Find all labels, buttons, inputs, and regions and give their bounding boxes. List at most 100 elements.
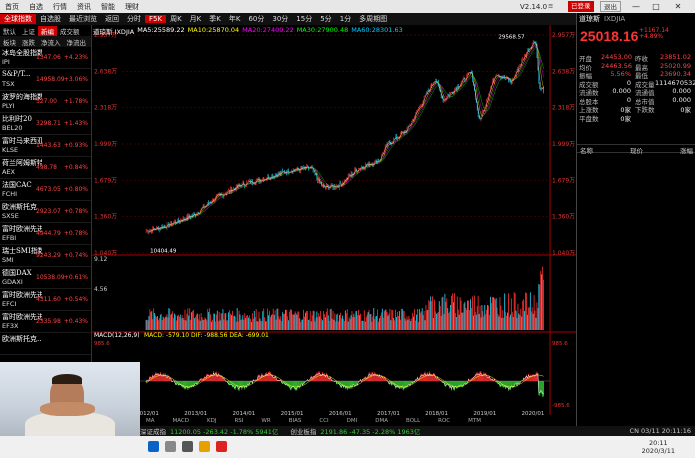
index-row[interactable]: 德国DAX GDAXI 10538.09 +0.61% — [0, 267, 91, 289]
list-col-2[interactable]: 涨幅 — [680, 145, 693, 155]
indicator-tab-5[interactable]: BIAS — [289, 418, 302, 426]
close-icon[interactable]: ✕ — [672, 0, 684, 13]
toolbar-item-5[interactable]: F5K — [145, 15, 167, 23]
right-price-tick-label: 2.318万 — [552, 105, 575, 112]
index-code: EF3X — [2, 322, 19, 330]
toolbar-item-14[interactable]: 1分 — [336, 14, 355, 24]
nav-item-1[interactable]: 自选 — [24, 2, 48, 12]
webcam-overlay — [0, 362, 140, 436]
menu-icon[interactable]: ≡ — [545, 1, 556, 12]
index-price: 2335.98 — [36, 318, 61, 325]
price-tick-label: 1.679万 — [94, 177, 117, 184]
nav-item-0[interactable]: 首页 — [0, 2, 24, 12]
nav-item-2[interactable]: 行情 — [48, 2, 72, 12]
nav-item-3[interactable]: 资讯 — [72, 2, 96, 12]
nav-item-4[interactable]: 智能 — [96, 2, 120, 12]
quote-key2: 流通值 — [635, 89, 655, 97]
index-price: 14958.09 — [36, 76, 65, 83]
indicator-tab-0[interactable]: MA — [146, 418, 155, 426]
index-row[interactable]: 比利时20 BEL20 3298.71 +1.43% — [0, 113, 91, 135]
quote-key: 总股本 — [579, 97, 599, 106]
list-tab-2[interactable]: 新编 — [38, 25, 57, 36]
index-price: 9243.29 — [36, 252, 61, 259]
indicator-tab-7[interactable]: DMI — [347, 418, 358, 426]
index-row[interactable]: 欧洲斯托克 SX5E 2923.07 +0.78% — [0, 201, 91, 223]
index-row[interactable]: 富时马来西亚 KLSE 1443.63 +0.93% — [0, 135, 91, 157]
quote-key: 成交额 — [579, 80, 599, 89]
list-subtab-3[interactable]: 净流出 — [64, 37, 90, 47]
market-datetime: CN 03/11 20:11:16 — [629, 427, 691, 435]
explorer-icon[interactable] — [199, 441, 210, 452]
quote-value2: 0.000 — [672, 87, 691, 95]
indicator-tab-11[interactable]: MTM — [468, 418, 481, 426]
logged-in-badge[interactable]: 已登录 — [568, 1, 594, 12]
list-col-1[interactable]: 现价 — [630, 145, 643, 155]
nav-item-5[interactable]: 理财 — [120, 2, 144, 12]
x-tick-label: 2019/01 — [473, 411, 496, 417]
search-icon[interactable] — [165, 441, 176, 452]
indicator-tab-6[interactable]: CCI — [319, 418, 328, 426]
toolbar-item-15[interactable]: 多周期图 — [355, 14, 391, 24]
toolbar-item-7[interactable]: 月K — [186, 14, 206, 24]
index-row[interactable]: 富时欧洲先进 EFCI 4311.60 +0.54% — [0, 289, 91, 311]
chart-area[interactable]: 2.957万 2.957万 2.638万 2.638万 2.318万 2.318万 1.99… — [92, 25, 576, 418]
app-icon[interactable] — [216, 441, 227, 452]
toolbar-item-8[interactable]: 季K — [205, 14, 225, 24]
list-subtab-1[interactable]: 涨跌 — [19, 37, 38, 47]
index-row[interactable]: 冰岛全股指数 IPI 1347.06 +4.23% — [0, 47, 91, 69]
index-row[interactable]: 欧洲斯托克... — [0, 333, 91, 355]
index-row[interactable]: 荷兰阿姆斯特丹AEX498.78+0.84% — [0, 157, 91, 179]
indicator-tab-4[interactable]: WR — [261, 418, 270, 426]
toolbar-item-11[interactable]: 30分 — [268, 14, 292, 24]
index-row[interactable]: S&P/T... TSX 14958.09 +3.06% — [0, 69, 91, 91]
list-col-0[interactable]: 名称 — [580, 145, 593, 155]
index-row[interactable]: 瑞士SMI指数 SMI 9243.29 +0.74% — [0, 245, 91, 267]
list-subtab-2[interactable]: 净流入 — [38, 37, 64, 47]
kline-chart[interactable]: 2.957万 2.957万2.638万 2.638万2.318万 2.318万1.99… — [92, 25, 576, 418]
quote-row: 开盘 24453.00 昨收 23851.02 — [579, 53, 694, 63]
cy-index-label[interactable]: 创业板指 — [290, 426, 316, 436]
index-price: 10538.09 — [36, 274, 65, 281]
start-icon[interactable] — [148, 441, 159, 452]
indicator-tab-1[interactable]: MACD — [173, 418, 190, 426]
quote-stock-name: 道琼斯 — [579, 14, 600, 23]
macd-tick-bottom: -985.6 — [552, 403, 570, 409]
toolbar-item-4[interactable]: 分时 — [123, 14, 145, 24]
task-view-icon[interactable] — [182, 441, 193, 452]
quote-key: 均价 — [579, 63, 592, 72]
list-tab-3[interactable]: 成交额 — [57, 26, 83, 36]
volume-tick-label: 9.12 — [94, 256, 108, 263]
list-tabs: 默认 上证 新编 成交额 — [0, 25, 91, 36]
toolbar-item-0[interactable]: 全球指数 — [0, 14, 36, 24]
toolbar-item-2[interactable]: 最近浏览 — [65, 14, 101, 24]
list-tab-1[interactable]: 上证 — [19, 26, 38, 36]
index-code: KLSE — [2, 146, 19, 154]
indicator-tab-9[interactable]: BOLL — [406, 418, 420, 426]
legend-ma30: MA30:27900.48 — [296, 26, 349, 34]
logout-button[interactable]: 退出 — [600, 1, 621, 12]
toolbar-item-9[interactable]: 年K — [225, 14, 245, 24]
toolbar-item-13[interactable]: 5分 — [316, 14, 335, 24]
clock-time: 20:11 — [648, 439, 668, 447]
toolbar-item-10[interactable]: 60分 — [244, 14, 268, 24]
index-row[interactable]: 法国CAC FCHI 4673.05 +0.80% — [0, 179, 91, 201]
maximize-icon[interactable]: □ — [650, 0, 662, 13]
toolbar-item-6[interactable]: 周K — [166, 14, 186, 24]
x-tick-label: 2016/01 — [329, 411, 352, 417]
indicator-tab-3[interactable]: RSI — [234, 418, 243, 426]
list-subtab-0[interactable]: 板块 — [0, 37, 19, 47]
indicator-tab-10[interactable]: ROC — [438, 418, 450, 426]
right-price-tick-label: 1.679万 — [552, 177, 575, 184]
minimize-icon[interactable]: — — [630, 0, 642, 13]
indicator-tab-8[interactable]: DMA — [375, 418, 388, 426]
indicator-tab-2[interactable]: KDJ — [207, 418, 216, 426]
index-row[interactable]: 波罗的海指数 PLYI 527.00 +1.78% — [0, 91, 91, 113]
toolbar-item-1[interactable]: 自选股 — [36, 14, 65, 24]
index-row[interactable]: 富时欧洲先进 EF3X 2335.98 +0.43% — [0, 311, 91, 333]
sz-index-label[interactable]: 深证成指 — [140, 426, 166, 436]
index-row[interactable]: 富时欧洲先进 EFBI 4944.79 +0.78% — [0, 223, 91, 245]
toolbar-item-3[interactable]: 返回 — [101, 14, 123, 24]
toolbar-item-12[interactable]: 15分 — [292, 14, 316, 24]
index-change: +0.93% — [63, 142, 88, 149]
list-tab-0[interactable]: 默认 — [0, 26, 19, 36]
